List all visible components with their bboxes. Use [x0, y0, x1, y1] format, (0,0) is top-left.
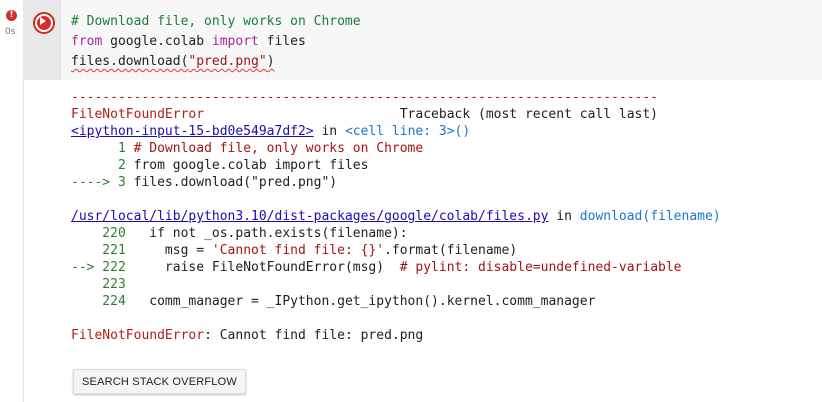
traceback-source-1: 1 # Download file, only works on Chrome	[71, 141, 424, 156]
output-divider	[23, 80, 24, 402]
source-line-221: 221 msg = 'Cannot find file: {}'.format(…	[71, 243, 518, 258]
code-editor[interactable]: # Download file, only works on Chrome fr…	[23, 0, 822, 80]
traceback-separator: ----------------------------------------…	[71, 90, 658, 105]
code-lines[interactable]: # Download file, only works on Chrome fr…	[71, 12, 361, 72]
source-line-220: 220 if not _os.path.exists(filename):	[71, 226, 408, 241]
execution-time: 0s	[5, 27, 16, 37]
cell-output: ----------------------------------------…	[71, 89, 721, 344]
traceback-source-2: 2 from google.colab import files	[71, 158, 369, 173]
ipython-input-link[interactable]: <ipython-input-15-bd0e549a7df2>	[71, 124, 314, 139]
play-icon	[40, 17, 46, 25]
source-line-222: --> 222 raise FileNotFoundError(msg) # p…	[71, 260, 682, 275]
traceback-frame-2: /usr/local/lib/python3.10/dist-packages/…	[71, 209, 721, 224]
files-py-link[interactable]: /usr/local/lib/python3.10/dist-packages/…	[71, 209, 548, 224]
code-line-2: from google.colab import files	[71, 34, 306, 49]
traceback-frame-1: <ipython-input-15-bd0e549a7df2> in <cell…	[71, 124, 471, 139]
search-stack-overflow-button[interactable]: SEARCH STACK OVERFLOW	[73, 369, 246, 394]
code-line-1: # Download file, only works on Chrome	[71, 14, 361, 29]
final-error-line: FileNotFoundError: Cannot find file: pre…	[71, 328, 424, 343]
colab-cell: ! 0s # Download file, only works on Chro…	[0, 0, 822, 402]
code-line-3: files.download("pred.png")	[71, 54, 275, 69]
source-line-223: 223	[71, 277, 134, 292]
traceback-header: FileNotFoundError Traceback (most recent…	[71, 107, 659, 122]
traceback-source-3: ----> 3 files.download("pred.png")	[71, 175, 338, 190]
run-cell-button[interactable]	[33, 12, 55, 34]
error-status-icon: !	[6, 10, 17, 21]
source-line-224: 224 comm_manager = _IPython.get_ipython(…	[71, 294, 596, 309]
